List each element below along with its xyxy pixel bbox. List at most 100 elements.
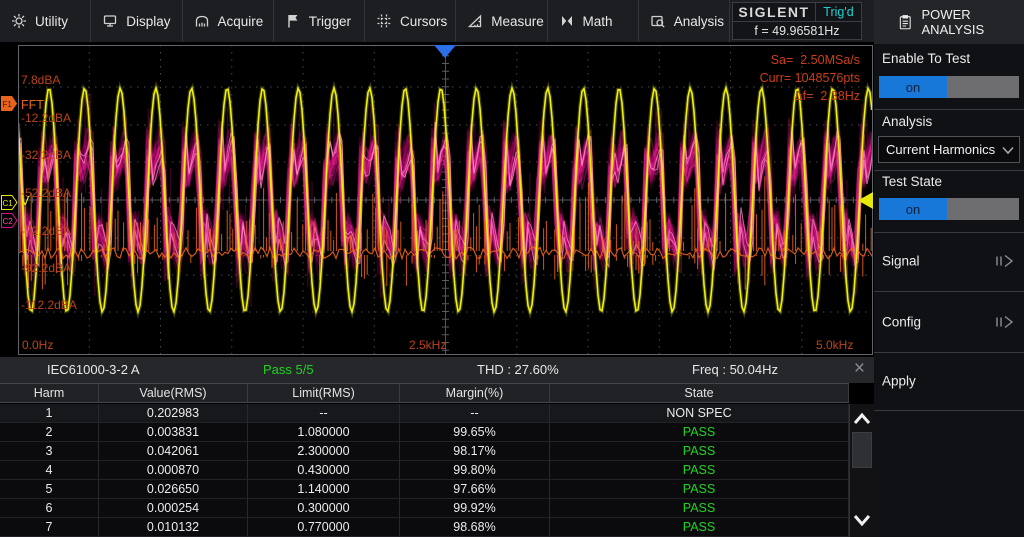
display-icon — [102, 13, 118, 29]
menu-label: Math — [583, 14, 613, 29]
analysis-dropdown-value: Current Harmonics — [886, 142, 995, 157]
fft-trace-tag: FFT — [21, 98, 44, 112]
toggle-on-label: on — [879, 76, 947, 98]
signal-menu-item[interactable]: Signal — [874, 232, 1024, 290]
thd-readout: THD : 27.60% — [477, 362, 559, 377]
panel-title: POWER ANALYSIS — [922, 7, 1024, 37]
table-cell: 3 — [0, 442, 99, 460]
table-cell: NON SPEC — [550, 404, 849, 422]
table-row[interactable]: 70.0101320.77000098.68%PASS — [0, 518, 849, 537]
table-cell: 0.026650 — [99, 480, 248, 498]
svg-text:C1: C1 — [3, 199, 14, 208]
waveform-display: 7.8dBA-12.2dBA-32.2dBA-52.2dBA-72.2dBA-9… — [0, 42, 874, 357]
table-scrollbar — [849, 404, 874, 537]
table-cell: 1 — [0, 404, 99, 422]
table-cell: 6 — [0, 499, 99, 517]
acquisition-readout-line: Δf= 2.38Hz — [794, 89, 860, 103]
table-row[interactable]: 30.0420612.30000098.17%PASS — [0, 442, 849, 461]
analysis-label: Analysis — [882, 114, 932, 129]
scrollbar-thumb[interactable] — [852, 432, 872, 468]
config-menu-item[interactable]: Config — [874, 291, 1024, 352]
math-icon — [559, 13, 575, 29]
harmonics-table-header: HarmValue(RMS)Limit(RMS)Margin(%)State — [0, 383, 849, 403]
table-cell: 5 — [0, 480, 99, 498]
svg-text:C2: C2 — [3, 217, 14, 226]
apply-label: Apply — [882, 374, 916, 389]
table-header-cell: Margin(%) — [400, 384, 550, 402]
menu-display[interactable]: Display — [91, 0, 182, 42]
c1-channel-marker[interactable]: C1 — [1, 195, 18, 210]
menu-label: Acquire — [218, 14, 264, 29]
trigger-level-marker[interactable] — [858, 192, 873, 209]
acquire-icon — [194, 13, 210, 29]
clipboard-icon — [899, 14, 912, 31]
scroll-up-button[interactable] — [850, 406, 874, 432]
c2-channel-marker[interactable]: C2 — [1, 213, 18, 228]
menu-acquire[interactable]: Acquire — [183, 0, 274, 42]
frequency-counter-readout: f = 49.96581Hz — [732, 22, 862, 40]
enable-to-test-toggle[interactable]: on — [879, 76, 1019, 98]
menu-analysis[interactable]: Analysis — [639, 0, 730, 42]
table-cell: 4 — [0, 461, 99, 479]
table-header-cell: Value(RMS) — [99, 384, 248, 402]
trigger-flag-icon — [285, 13, 301, 29]
table-cell: 0.042061 — [99, 442, 248, 460]
table-cell: 1.140000 — [248, 480, 400, 498]
table-cell: 1.080000 — [248, 423, 400, 441]
table-row[interactable]: 20.0038311.08000099.65%PASS — [0, 423, 849, 442]
table-cell: 2.300000 — [248, 442, 400, 460]
menu-math[interactable]: Math — [548, 0, 639, 42]
db-scale-label: 7.8dBA — [21, 73, 60, 87]
table-cell: PASS — [550, 461, 849, 479]
chevron-down-icon — [853, 513, 871, 527]
menu-cursors[interactable]: Cursors — [365, 0, 456, 42]
table-cell: -- — [400, 404, 550, 422]
table-cell: -- — [248, 404, 400, 422]
signal-label: Signal — [882, 254, 920, 269]
apply-button[interactable]: Apply — [874, 352, 1024, 410]
enable-to-test-label: Enable To Test — [882, 51, 970, 66]
table-header-cell: Limit(RMS) — [248, 384, 400, 402]
submenu-arrow-icon — [995, 254, 1015, 268]
trigger-position-marker[interactable] — [433, 45, 457, 59]
c1-unit-tag: V — [21, 194, 29, 208]
menu-label: Analysis — [674, 14, 724, 29]
test-state-label: Test State — [882, 174, 942, 189]
test-state-toggle[interactable]: on — [879, 198, 1019, 220]
table-cell: PASS — [550, 442, 849, 460]
toggle-on-label: on — [879, 198, 947, 220]
db-scale-label: -12.2dBA — [21, 111, 71, 125]
table-cell: 98.68% — [400, 518, 550, 536]
table-cell: 0.430000 — [248, 461, 400, 479]
table-cell: 0.003831 — [99, 423, 248, 441]
db-scale-label: -72.2dBA — [21, 224, 71, 238]
table-row[interactable]: 40.0008700.43000099.80%PASS — [0, 461, 849, 480]
analysis-dropdown[interactable]: Current Harmonics — [878, 136, 1020, 163]
menu-measure[interactable]: Measure — [456, 0, 547, 42]
table-cell: 97.66% — [400, 480, 550, 498]
table-cell: PASS — [550, 480, 849, 498]
table-row[interactable]: 50.0266501.14000097.66%PASS — [0, 480, 849, 499]
close-icon[interactable]: × — [854, 358, 865, 380]
menu-utility[interactable]: Utility — [0, 0, 91, 42]
freq-axis-label: 5.0kHz — [816, 338, 853, 352]
menu-label: Display — [126, 14, 170, 29]
scroll-down-button[interactable] — [850, 507, 874, 533]
f1-channel-marker[interactable]: F1 — [1, 96, 18, 111]
submenu-arrow-icon — [995, 315, 1015, 329]
svg-text:F1: F1 — [3, 100, 13, 109]
panel-header: POWER ANALYSIS — [874, 0, 1024, 44]
menu-label: Measure — [491, 14, 544, 29]
table-cell: 0.300000 — [248, 499, 400, 517]
table-cell: PASS — [550, 518, 849, 536]
oscilloscope-screen: Utility Display Acquire Trigger Cursors … — [0, 0, 1024, 537]
table-row[interactable]: 60.0002540.30000099.92%PASS — [0, 499, 849, 518]
table-cell: 0.000870 — [99, 461, 248, 479]
table-row[interactable]: 10.202983----NON SPEC — [0, 404, 849, 423]
cursors-icon — [376, 13, 392, 29]
menu-trigger[interactable]: Trigger — [274, 0, 365, 42]
chevron-up-icon — [853, 412, 871, 426]
trigger-status-badge: Trig'd — [816, 2, 862, 22]
results-status-bar: IEC61000-3-2 A Pass 5/5 THD : 27.60% Fre… — [0, 357, 874, 383]
pass-count: Pass 5/5 — [263, 362, 314, 377]
